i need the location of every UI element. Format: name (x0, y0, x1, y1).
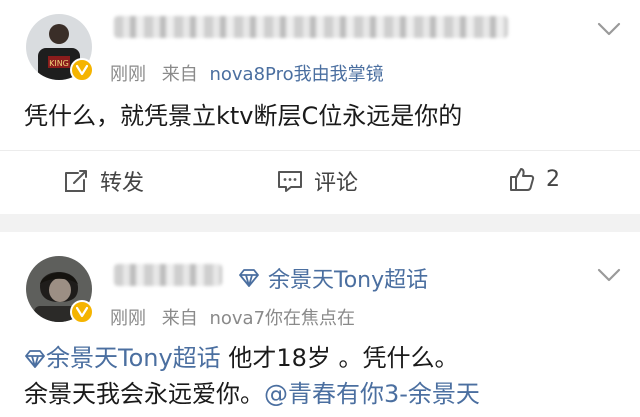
content-line: 余景天我会永远爱你。@青春有你3-余景天 (24, 376, 480, 412)
post-card: KING 刚刚 来自 nova8Pro我由我掌镜 凭什么，就凭景立ktv断层C位… (0, 0, 640, 214)
post-meta: 刚刚 来自 nova7你在焦点在 (110, 304, 365, 330)
chevron-down-icon[interactable] (596, 16, 622, 42)
supertopic-link[interactable]: 余景天Tony超话 (24, 344, 228, 372)
content-line: 余景天Tony超话 他才18岁 。凭什么。 (24, 340, 480, 376)
supertopic-label: 余景天Tony超话 (268, 268, 429, 293)
post-meta: 刚刚 来自 nova8Pro我由我掌镜 (110, 60, 394, 86)
post-card: 余景天Tony超话 刚刚 来自 nova7你在焦点在 余景天Tony超话 他才1… (0, 232, 640, 417)
repost-label: 转发 (100, 171, 145, 196)
avatar[interactable] (26, 256, 94, 324)
source-prefix: 来自 (161, 308, 198, 329)
post-time: 刚刚 (110, 308, 146, 329)
content-text: 余景天我会永远爱你。 (24, 380, 264, 408)
diamond-icon (25, 350, 45, 368)
mention-link[interactable]: @青春有你3-余景天 (264, 380, 480, 408)
username-blurred[interactable] (114, 264, 222, 286)
comment-icon (278, 171, 302, 192)
post-time: 刚刚 (110, 64, 146, 85)
post-content: 凭什么，就凭景立ktv断层C位永远是你的 (24, 102, 463, 130)
like-button[interactable]: 2 (508, 165, 560, 193)
username-blurred[interactable] (114, 16, 508, 38)
comment-button[interactable]: 评论 (276, 165, 358, 197)
post-content: 余景天Tony超话 他才18岁 。凭什么。 余景天我会永远爱你。@青春有你3-余… (24, 340, 480, 412)
avatar[interactable]: KING (26, 14, 94, 82)
feed-divider (0, 214, 640, 232)
supertopic-link-label: 余景天Tony超话 (46, 344, 221, 372)
weibo-feed: KING 刚刚 来自 nova8Pro我由我掌镜 凭什么，就凭景立ktv断层C位… (0, 0, 640, 417)
svg-text:KING: KING (49, 59, 69, 68)
repost-button[interactable]: 转发 (62, 165, 144, 197)
chevron-down-icon[interactable] (596, 262, 622, 288)
vip-badge-icon (70, 58, 94, 82)
diamond-icon (239, 269, 259, 287)
post-source[interactable]: nova8Pro我由我掌镜 (209, 64, 383, 85)
source-prefix: 来自 (161, 64, 198, 85)
comment-label: 评论 (314, 171, 359, 196)
thumbs-up-icon (510, 168, 535, 191)
vip-badge-icon (70, 300, 94, 324)
action-bar: 转发 评论 2 (0, 150, 640, 215)
supertopic-tag[interactable]: 余景天Tony超话 (238, 262, 428, 294)
repost-icon (65, 170, 87, 192)
content-text: 他才18岁 。凭什么。 (228, 344, 459, 372)
post-source[interactable]: nova7你在焦点在 (209, 308, 355, 329)
like-count: 2 (546, 166, 560, 192)
